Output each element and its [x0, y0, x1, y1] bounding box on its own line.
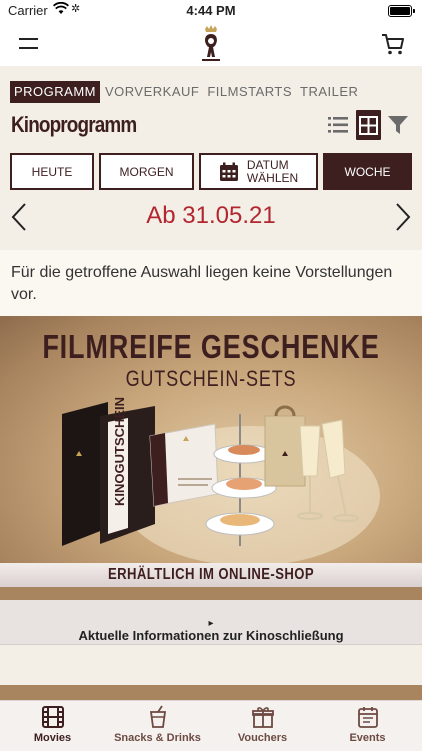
- banner-cta-strip: ERHÄLTLICH IM ONLINE-SHOP: [0, 563, 422, 587]
- tab-filmstarts[interactable]: FILMSTARTS: [204, 81, 295, 103]
- tab-snacks-label: Snacks & Drinks: [114, 732, 201, 744]
- no-shows-notice: Für die getroffene Auswahl liegen keine …: [0, 250, 422, 316]
- grid-view-icon: [359, 116, 378, 135]
- list-view-icon[interactable]: [327, 114, 349, 136]
- film-icon: [41, 706, 64, 728]
- choose-date-button[interactable]: DATUM WÄHLEN: [199, 153, 318, 190]
- menu-icon[interactable]: [18, 34, 40, 54]
- tab-programm[interactable]: PROGRAMM: [10, 81, 100, 103]
- app-header: [0, 22, 422, 66]
- choose-date-label: DATUM WÄHLEN: [246, 157, 299, 185]
- tab-vouchers-label: Vouchers: [237, 732, 288, 744]
- tab-vorverkauf[interactable]: VORVERKAUF: [102, 81, 202, 103]
- battery-icon: [388, 5, 415, 17]
- calendar-icon: [219, 162, 238, 181]
- program-tabs: PROGRAMM VORVERKAUF FILMSTARTS TRAILER: [10, 80, 363, 104]
- date-navigator: Ab 31.05.21: [0, 195, 422, 239]
- today-label: HEUTE: [31, 164, 73, 179]
- date-range-label: Ab 31.05.21: [146, 202, 276, 229]
- page-title: Kinoprogramm: [11, 112, 137, 137]
- choose-date-line2: WÄHLEN: [246, 170, 299, 185]
- chevron-right-icon[interactable]: [392, 202, 414, 232]
- tab-events-label: Events: [349, 732, 386, 744]
- filter-icon[interactable]: [387, 114, 409, 136]
- week-button[interactable]: WOCHE: [323, 153, 412, 190]
- tab-snacks-drinks[interactable]: Snacks & Drinks: [105, 705, 210, 751]
- content-divider: [0, 685, 422, 701]
- banner-title: FILMREIFE GESCHENKE: [42, 328, 380, 365]
- choose-date-line1: DATUM: [246, 157, 289, 172]
- drink-icon: [149, 705, 166, 728]
- banner-cta: ERHÄLTLICH IM ONLINE-SHOP: [107, 566, 315, 583]
- calendar-icon: [357, 707, 378, 728]
- cart-icon[interactable]: [380, 31, 406, 57]
- tab-trailer[interactable]: TRAILER: [297, 81, 361, 103]
- tab-movies[interactable]: Movies: [0, 705, 105, 751]
- tab-vouchers[interactable]: Vouchers: [210, 705, 315, 751]
- product-label: KINOGUTSCHEIN: [112, 397, 127, 506]
- tomorrow-label: MORGEN: [119, 164, 174, 179]
- banner-subtitle: GUTSCHEIN-SETS: [125, 366, 297, 391]
- closure-info-label: Aktuelle Informationen zur Kinoschließun…: [78, 628, 344, 643]
- closure-info-text: Aktuelle Informationen zur Kinoschließun…: [0, 614, 422, 643]
- voucher-set-illustration: KINOGUTSCHEIN: [62, 397, 380, 566]
- voucher-banner[interactable]: FILMREIFE GESCHENKE GUTSCHEIN-SETS KINOG…: [0, 316, 422, 600]
- tab-movies-label: Movies: [33, 732, 72, 744]
- tab-events[interactable]: Events: [315, 705, 420, 751]
- clock: 4:44 PM: [186, 3, 236, 18]
- bottom-tab-bar: Movies Snacks & Drinks Vouchers Events: [0, 700, 422, 751]
- grid-view-button[interactable]: [356, 110, 381, 140]
- tomorrow-button[interactable]: MORGEN: [99, 153, 194, 190]
- notice-text: Für die getroffene Auswahl liegen keine …: [11, 264, 393, 303]
- gift-icon: [251, 707, 274, 728]
- gloria-palast-logo[interactable]: [196, 24, 226, 64]
- week-label: WOCHE: [344, 164, 391, 179]
- today-button[interactable]: HEUTE: [10, 153, 94, 190]
- status-bar: Carrier ✲ 4:44 PM: [0, 0, 422, 22]
- closure-info-link[interactable]: Aktuelle Informationen zur Kinoschließun…: [0, 600, 422, 645]
